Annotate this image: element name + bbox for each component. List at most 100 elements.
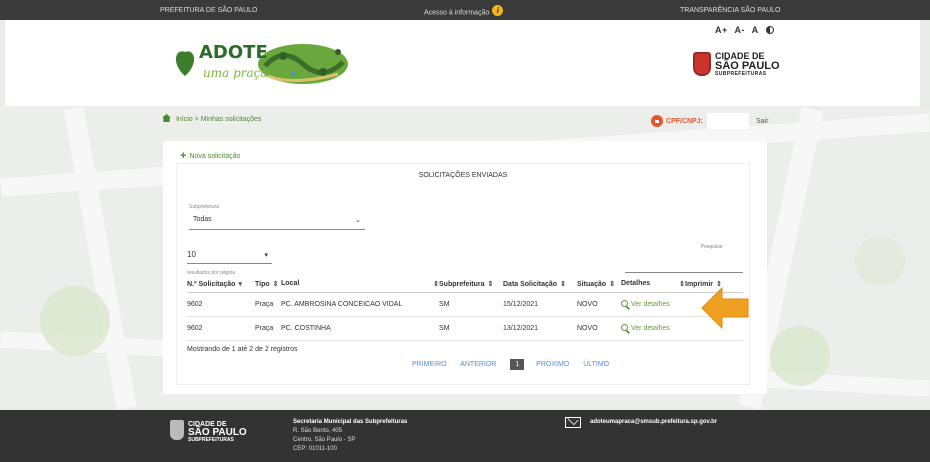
search-label: Pesquisar	[700, 244, 723, 250]
caret-down-icon: ▾	[264, 252, 268, 259]
requests-table: N.º Solicitação ▾ Tipo ⇕ Local ⇕ Subprefeit…	[187, 276, 743, 341]
cell-data: 15/12/2021	[503, 292, 577, 317]
panel-title: SOLICITAÇÕES ENVIADAS	[418, 172, 508, 179]
cell-numero: 9602	[187, 316, 255, 341]
cell-local: PC. AMBROSINA CONCEICAO VIDAL	[281, 292, 439, 317]
info-icon: i	[492, 5, 504, 16]
city-logo-line3: SUBPREFEITURAS	[715, 71, 767, 77]
lock-icon	[651, 115, 663, 127]
cell-tipo: Praça	[255, 292, 281, 317]
logo-subtitle: uma praça	[203, 66, 268, 80]
cell-numero: 9602	[187, 292, 255, 317]
ver-detalhes-label: Ver detalhes	[631, 325, 670, 332]
arrow-pointer-icon	[701, 286, 749, 330]
contrast-icon[interactable]	[765, 26, 774, 34]
footer-address-line3: CEP: 01011-100	[293, 446, 337, 452]
adote-uma-praca-logo[interactable]: ADOTE uma praça	[173, 36, 363, 96]
pager-current[interactable]: 1	[510, 359, 525, 370]
table-row: 9602 Praça PC. COSTINHA SM 13/12/2021 NO…	[187, 316, 743, 341]
site-header: A+ A- A ADOTE uma praça CIDADE DE SÃO PA…	[5, 20, 920, 106]
cpf-label: CPF/CNPJ:	[666, 118, 703, 125]
transparencia-link[interactable]: TRANSPARÊNCIA SÃO PAULO	[680, 7, 781, 14]
table-header-row: N.º Solicitação ▾ Tipo ⇕ Local ⇕ Subprefeit…	[187, 276, 743, 293]
pager-next[interactable]: PRÓXIMO	[536, 361, 569, 368]
sort-icon: ⇕	[272, 280, 279, 288]
col-header-detalhes[interactable]: Detalhes ⇕	[621, 276, 685, 293]
ver-detalhes-label: Ver detalhes	[631, 301, 670, 308]
magnifier-icon	[621, 300, 628, 307]
col-header-numero[interactable]: N.º Solicitação ▾	[187, 276, 255, 293]
sort-icon: ⇕	[487, 280, 494, 288]
cell-situacao: NOVO	[577, 316, 621, 341]
col-local-label: Local	[281, 279, 300, 287]
footer-address-line1: R. São Bento, 405	[293, 428, 343, 434]
acesso-informacao-link[interactable]: Acesso à informação i	[424, 5, 504, 18]
logo-title: ADOTE	[199, 42, 268, 63]
col-data-label: Data Solicitação	[503, 280, 558, 288]
footer-logo-text: CIDADE DE SÃO PAULO SUBPREFEITURAS	[188, 421, 247, 443]
col-header-subprefeitura[interactable]: Subprefeitura ⇕	[439, 276, 503, 293]
pagination: PRIMEIRO ANTERIOR 1 PRÓXIMO ÚLTIMO	[412, 359, 621, 370]
font-reset-button[interactable]: A	[752, 25, 759, 35]
col-subpref-label: Subprefeitura	[439, 280, 485, 288]
cell-data: 13/12/2021	[503, 316, 577, 341]
col-numero-label: N.º Solicitação	[187, 280, 236, 288]
search-input[interactable]	[625, 272, 743, 273]
cell-subprefeitura: SM	[439, 316, 503, 341]
cell-local: PC. COSTINHA	[281, 316, 439, 341]
footer-crest-icon	[170, 420, 184, 440]
prefeitura-link[interactable]: PREFEITURA DE SÃO PAULO	[160, 7, 258, 14]
subprefeitura-select[interactable]: Todas ⌄	[189, 212, 365, 230]
ver-detalhes-link[interactable]: Ver detalhes	[621, 292, 685, 317]
footer-logo-line3: SUBPREFEITURAS	[188, 437, 234, 443]
table-row: 9602 Praça PC. AMBROSINA CONCEICAO VIDAL…	[187, 292, 743, 317]
mail-icon	[565, 417, 581, 428]
col-header-tipo[interactable]: Tipo ⇕	[255, 276, 281, 293]
font-increase-button[interactable]: A+	[715, 25, 728, 35]
city-crest-icon	[693, 52, 711, 76]
col-header-situacao[interactable]: Situação ⇕	[577, 276, 621, 293]
cidade-sao-paulo-logo[interactable]: CIDADE DE SÃO PAULO SUBPREFEITURAS	[693, 50, 793, 90]
cpf-value-field	[707, 113, 749, 129]
page-size-value: 10	[187, 250, 196, 259]
plus-icon: +	[180, 150, 187, 162]
home-icon[interactable]	[162, 114, 171, 122]
page-size-select[interactable]: 10 ▾	[187, 247, 272, 264]
pager-last[interactable]: ÚLTIMO	[583, 361, 609, 368]
pager-first[interactable]: PRIMEIRO	[412, 361, 447, 368]
footer-address: Secretaria Municipal das Subprefeituras …	[293, 418, 407, 454]
col-header-local[interactable]: Local ⇕	[281, 276, 439, 293]
accessibility-controls: A+ A- A	[715, 25, 774, 35]
sort-icon: ⇕	[560, 280, 566, 288]
subprefeitura-label: Subprefeitura	[189, 204, 220, 210]
new-request-label: Nova solicitação	[189, 153, 241, 160]
footer-address-title: Secretaria Municipal das Subprefeituras	[293, 419, 408, 425]
chevron-down-icon: ⌄	[355, 217, 361, 224]
subprefeitura-value: Todas	[193, 216, 212, 223]
breadcrumb-current: Minhas solicitações	[200, 116, 262, 123]
requests-panel: SOLICITAÇÕES ENVIADAS Subprefeitura Toda…	[176, 163, 750, 385]
breadcrumb-separator: >	[194, 116, 199, 123]
magnifier-icon	[621, 324, 628, 331]
records-summary: Mostrando de 1 até 2 de 2 registros	[187, 346, 298, 353]
site-footer: CIDADE DE SÃO PAULO SUBPREFEITURAS Secre…	[0, 410, 930, 462]
footer-email-link[interactable]: adoteumapraca@smsub.prefeitura.sp.gov.br	[590, 419, 717, 425]
new-request-button[interactable]: + Nova solicitação	[180, 150, 240, 162]
breadcrumb-home[interactable]: Início	[176, 116, 193, 123]
city-logo-text: CIDADE DE SÃO PAULO SUBPREFEITURAS	[715, 52, 780, 77]
cell-subprefeitura: SM	[439, 292, 503, 317]
breadcrumb: Início > Minhas solicitações	[162, 114, 261, 123]
top-bar: PREFEITURA DE SÃO PAULO Acesso à informa…	[0, 0, 930, 20]
col-header-data[interactable]: Data Solicitação ⇕	[503, 276, 577, 293]
col-detalhes-label: Detalhes	[621, 279, 651, 287]
cell-tipo: Praça	[255, 316, 281, 341]
footer-address-line2: Centro, São Paulo - SP	[293, 437, 356, 443]
logout-link[interactable]: Sair	[756, 118, 768, 125]
requests-card: + Nova solicitação SOLICITAÇÕES ENVIADAS …	[163, 141, 767, 394]
col-tipo-label: Tipo	[255, 280, 270, 288]
ver-detalhes-link[interactable]: Ver detalhes	[621, 316, 685, 341]
sort-icon: ⇕	[609, 280, 616, 288]
cell-situacao: NOVO	[577, 292, 621, 317]
pager-prev[interactable]: ANTERIOR	[460, 361, 496, 368]
font-decrease-button[interactable]: A-	[734, 25, 745, 35]
